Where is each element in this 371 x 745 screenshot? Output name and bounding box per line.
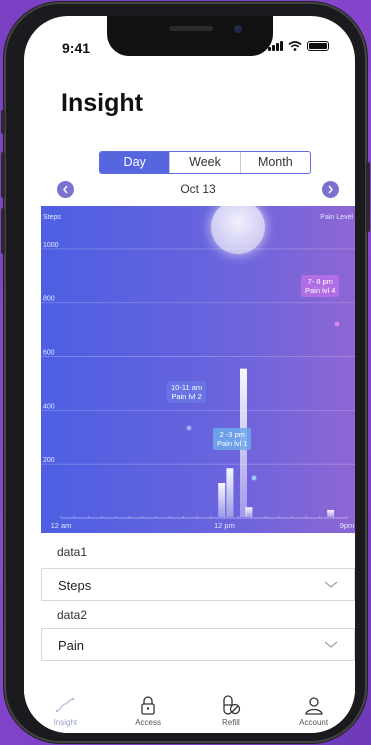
annotation-level: Pain lvl 4 [305,286,336,295]
chevron-down-icon [324,581,338,588]
app-screen: 9:41 Insight Day Week Month Oct 13 1000 … [24,16,355,733]
page-title: Insight [61,89,143,117]
annotation-pain-2[interactable]: 2 -3 pm Pain lvl 1 [213,428,252,450]
date-navigator: Oct 13 [57,181,339,199]
tab-access[interactable]: Access [113,694,183,727]
data2-value: Pain [58,638,85,653]
segment-month[interactable]: Month [239,152,310,173]
y-tick-label: 1000 [43,242,59,249]
annotation-pain-3[interactable]: 7- 8 pm Pain lvl 4 [301,275,340,297]
data1-value: Steps [58,578,92,593]
steps-bar [226,468,234,517]
tab-refill[interactable]: Refill [196,694,266,727]
pain-point [334,321,340,327]
volume-down-button [1,208,5,254]
pain-point [251,475,257,481]
steps-bar [327,509,335,517]
y-tick-label: 800 [43,296,55,303]
tab-insight[interactable]: Insight [30,694,100,727]
chevron-left-icon [63,185,68,194]
previous-date-button[interactable] [57,181,74,198]
tab-label: Access [135,718,162,727]
power-button [366,162,370,232]
drag-handle[interactable] [211,200,265,254]
tab-label: Account [299,718,329,727]
segment-day[interactable]: Day [100,152,170,173]
data2-select[interactable]: Pain [41,628,355,661]
annotation-time: 7- 8 pm [307,277,333,286]
battery-icon [307,41,329,51]
y-axis-title: Steps [43,214,61,221]
tab-label: Refill [221,718,240,727]
pain-point [186,425,192,431]
wifi-icon [288,41,302,51]
date-label: Oct 13 [180,182,216,196]
data2-label: data2 [57,608,88,622]
chart-canvas: 1000 800 600 400 200 12 am 12 pm 9pm [41,242,355,530]
notch [107,16,273,56]
y-tick-label: 200 [43,457,55,464]
status-time: 9:41 [62,40,91,56]
x-tick-label: 12 pm [214,521,235,530]
next-date-button[interactable] [322,181,339,198]
data1-label: data1 [57,545,88,559]
volume-up-button [1,152,5,198]
y2-axis-title: Pain Level [320,214,353,221]
chevron-right-icon [328,185,333,194]
front-camera [234,25,242,33]
annotation-time: 10-11 am [171,383,203,392]
lock-icon [141,696,155,715]
steps-bar [245,507,253,517]
user-icon [304,697,323,715]
y-tick-label: 400 [43,403,55,410]
segment-week[interactable]: Week [169,152,239,173]
annotation-level: Pain lvl 1 [217,439,248,448]
annotation-pain-1[interactable]: 10-11 am Pain lvl 2 [167,381,207,403]
status-icons [268,41,329,51]
y-tick-label: 600 [43,350,55,357]
chevron-down-icon [324,641,338,648]
tab-label: Insight [53,718,78,727]
range-segmented-control: Day Week Month [99,151,311,174]
data1-select[interactable]: Steps [41,568,355,601]
annotation-time: 2 -3 pm [219,430,245,439]
annotation-level: Pain lvl 2 [171,392,202,401]
x-tick-label: 12 am [51,521,72,530]
steps-pain-chart: 1000 800 600 400 200 12 am 12 pm 9pm Steps Pain… [41,200,355,533]
mute-switch [1,110,5,134]
tab-bar: Insight Access Refill Account [24,679,355,733]
steps-bar [218,483,226,517]
pill-icon [223,695,241,715]
x-tick-label: 9pm [340,521,355,530]
tab-account[interactable]: Account [279,694,349,727]
speaker [169,26,213,31]
phone-frame: 9:41 Insight Day Week Month Oct 13 1000 … [1,2,370,743]
insight-icon [56,697,75,713]
